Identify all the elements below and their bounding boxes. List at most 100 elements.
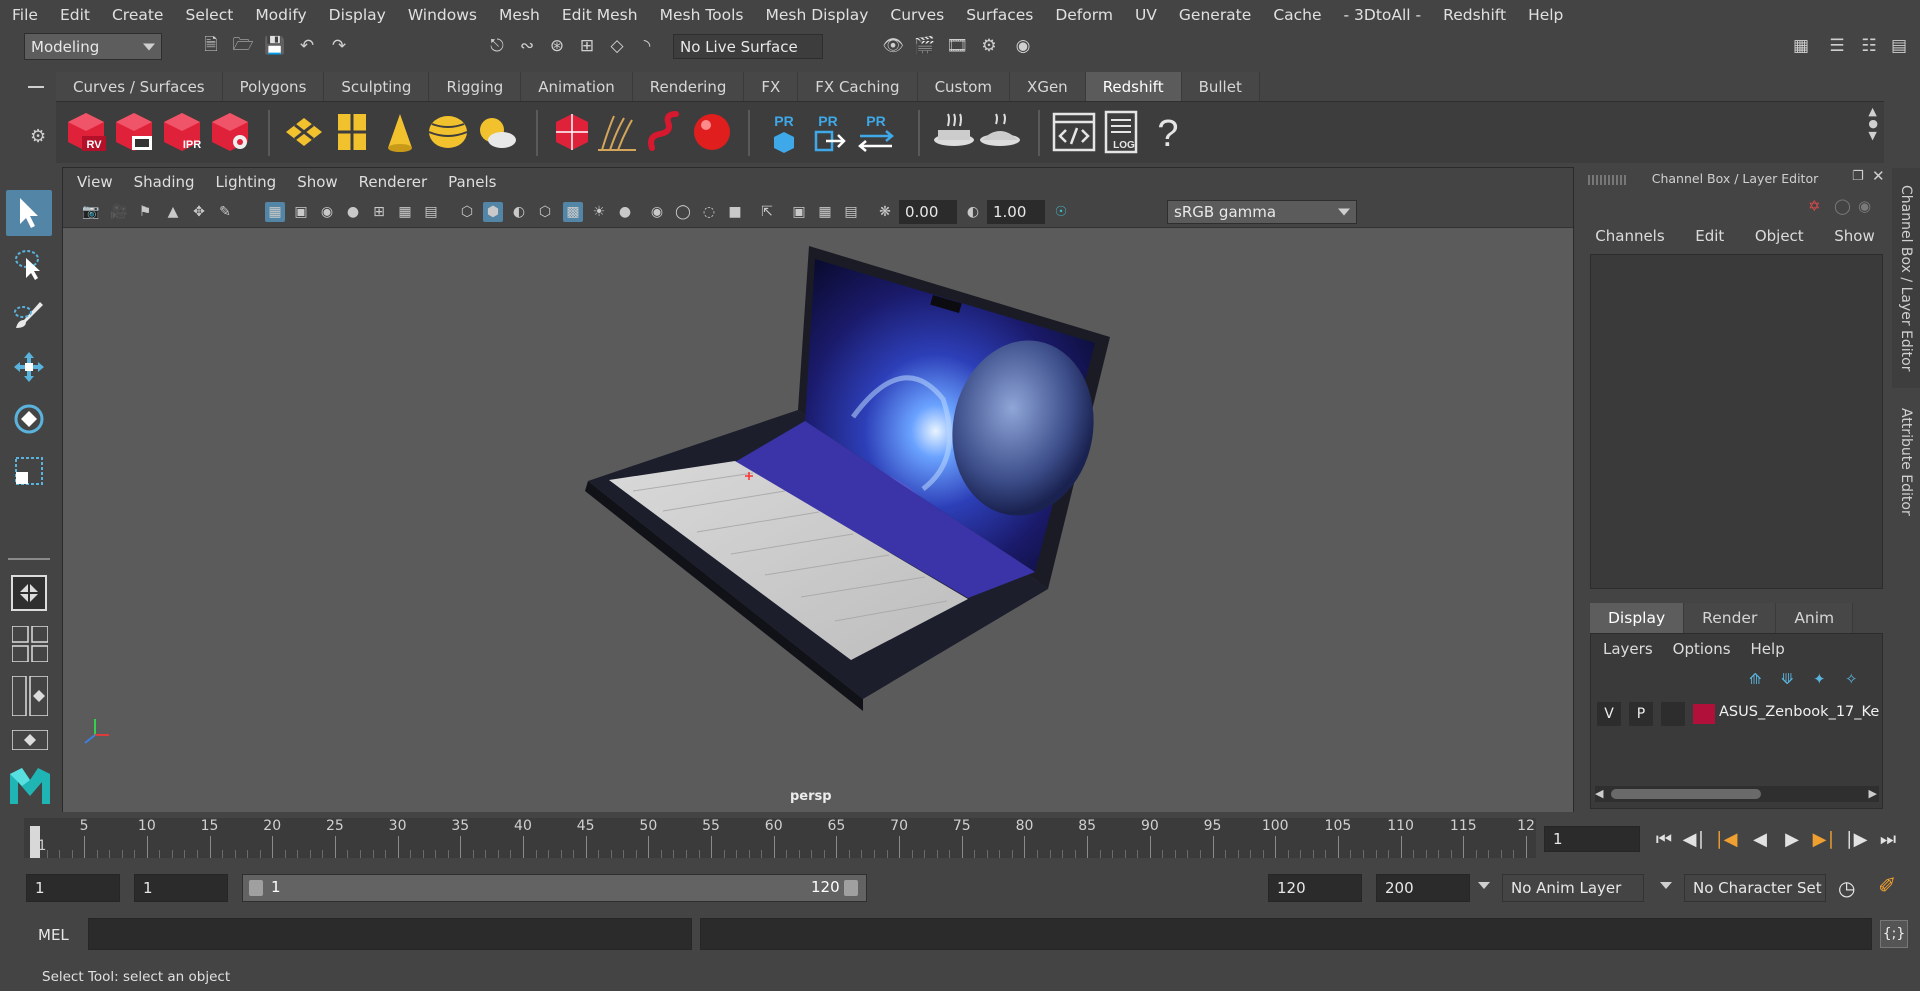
step-back-frame-icon[interactable]: ◀∣ [1682,826,1706,852]
current-frame-field[interactable]: 1 [1544,826,1640,852]
motion-blur-icon[interactable]: ◯ [673,202,693,222]
outliner-toggle-icon[interactable]: ☰ [1826,35,1848,57]
side-tab-attribute-editor[interactable]: Attribute Editor [1892,392,1920,532]
pr-export-icon[interactable]: PR [806,110,850,154]
help-question-icon[interactable]: ? [1146,110,1190,154]
go-to-start-icon[interactable]: ⏮ [1652,826,1676,852]
channel-list[interactable] [1590,254,1883,589]
snap-point-icon[interactable]: ⊛ [546,35,568,57]
open-scene-icon[interactable]: 🗁 [232,35,254,57]
move-layer-up-icon[interactable]: ⟰ [1749,670,1762,688]
mel-label[interactable]: MEL [38,926,69,944]
playback-start-field[interactable]: 1 [134,874,228,902]
safe-title-icon[interactable]: ▤ [421,202,441,222]
shelf-tab-curves-surfaces[interactable]: Curves / Surfaces [56,72,223,102]
make-live-icon[interactable]: ◝ [636,35,658,57]
viewport-menu-lighting[interactable]: Lighting [216,173,277,191]
save-scene-icon[interactable]: 💾 [264,35,286,57]
move-layer-down-icon[interactable]: ⟱ [1781,670,1794,688]
redshift-ies-light-icon[interactable] [378,110,422,154]
help-menu[interactable]: Help [1751,640,1785,658]
auto-key-icon[interactable]: ◷ [1838,876,1855,900]
viewport-menu-show[interactable]: Show [297,173,337,191]
redshift-sun-sky-icon[interactable] [474,110,518,154]
animation-end-field[interactable]: 200 [1376,874,1470,902]
layer-color-swatch[interactable] [1693,704,1715,724]
range-slider[interactable]: 1 120 [242,874,867,902]
wireframe-icon[interactable]: ⬡ [457,202,477,222]
isolate-select-icon[interactable]: ⇱ [757,202,777,222]
step-back-key-icon[interactable]: ∣◀ [1714,826,1738,852]
menu-select[interactable]: Select [185,6,233,24]
scroll-thumb[interactable] [1611,789,1761,799]
redshift-dome-light-icon[interactable] [426,110,470,154]
layers-menu[interactable]: Layers [1603,640,1653,658]
redshift-render-frame-icon[interactable] [112,110,156,154]
undo-icon[interactable]: ↶ [296,35,318,57]
menu-mesh-display[interactable]: Mesh Display [766,6,869,24]
menu-edit[interactable]: Edit [60,6,90,24]
animation-start-field[interactable]: 1 [26,874,120,902]
anti-aliasing-icon[interactable]: ◌ [699,202,719,222]
laptop-model[interactable] [63,229,1573,812]
menu-redshift[interactable]: Redshift [1443,6,1506,24]
move-tool-icon[interactable] [6,344,52,390]
hypershade-icon[interactable]: ◉ [1012,35,1034,57]
manipulator-icon[interactable]: ✡ [1808,197,1821,215]
pr-package-icon[interactable]: PR [762,110,806,154]
ipr-render-icon[interactable]: 🎞 [946,35,968,57]
shelf-tab-xgen[interactable]: XGen [1010,72,1086,102]
character-set-dropdown[interactable]: No Character Set [1684,874,1826,902]
script-editor-button[interactable]: {;} [1880,920,1908,948]
rotate-tool-icon[interactable] [6,396,52,442]
safe-action-icon[interactable]: ▦ [395,202,415,222]
new-layer-selected-icon[interactable]: ✧ [1845,670,1858,688]
menu-set-dropdown[interactable]: Modeling [24,33,162,60]
live-surface-field[interactable]: No Live Surface [673,34,823,59]
menu-mesh-tools[interactable]: Mesh Tools [660,6,744,24]
ambient-occlusion-icon[interactable]: ◉ [647,202,667,222]
camera-attributes-icon[interactable]: 🎥 [109,202,129,222]
grease-pencil-icon[interactable]: ✎ [215,202,235,222]
depth-of-field-icon[interactable]: ■ [725,202,745,222]
layer-type-toggle[interactable] [1661,702,1685,726]
scroll-right-icon[interactable]: ▶ [1869,787,1877,800]
redshift-render-view-icon[interactable]: RV [64,110,108,154]
snap-surface-icon[interactable]: ◇ [606,35,628,57]
shelf-tab-fx-caching[interactable]: FX Caching [798,72,918,102]
shelf-tab-animation[interactable]: Animation [521,72,633,102]
layer-visibility-toggle[interactable]: V [1597,702,1621,726]
render-frame-icon[interactable]: 🎬 [914,35,936,57]
use-all-lights-icon[interactable]: ☀ [589,202,609,222]
menu-modify[interactable]: Modify [255,6,306,24]
gamma-icon[interactable]: ◐ [963,202,983,222]
close-icon[interactable]: ✕ [1872,167,1885,185]
new-layer-icon[interactable]: ✦ [1813,670,1826,688]
shadows-icon[interactable]: ● [615,202,635,222]
xray-components-icon[interactable]: ▤ [841,202,861,222]
current-time-indicator[interactable] [30,826,40,858]
menu-uv[interactable]: UV [1135,6,1157,24]
viewport-menu-renderer[interactable]: Renderer [359,173,427,191]
tool-settings-icon[interactable]: ☷ [1858,35,1880,57]
range-start-handle[interactable] [249,880,263,896]
edit-menu[interactable]: Edit [1695,227,1724,245]
go-to-end-icon[interactable]: ⏭ [1876,826,1900,852]
shelf-tab-polygons[interactable]: Polygons [222,72,325,102]
redshift-render-settings-icon[interactable] [208,110,252,154]
menu-create[interactable]: Create [112,6,164,24]
channel-box-toggle-icon[interactable]: ▤ [1888,35,1910,57]
mel-input[interactable] [88,918,692,950]
gate-mask-icon[interactable]: ● [343,202,363,222]
grid-toggle-icon[interactable]: ▦ [265,202,285,222]
redshift-portal-light-icon[interactable] [330,110,374,154]
textured-icon[interactable]: ▩ [563,202,583,222]
field-chart-icon[interactable]: ⊞ [369,202,389,222]
shelf-tab-sculpting[interactable]: Sculpting [324,72,430,102]
shelf-tab-rendering[interactable]: Rendering [632,72,745,102]
render-settings-icon[interactable]: ⚙ [978,35,1000,57]
exposure-field[interactable]: 0.00 [899,200,957,224]
scale-tool-icon[interactable] [6,448,52,494]
step-forward-key-icon[interactable]: ▶∣ [1812,826,1836,852]
redshift-proxy-icon[interactable] [550,110,594,154]
